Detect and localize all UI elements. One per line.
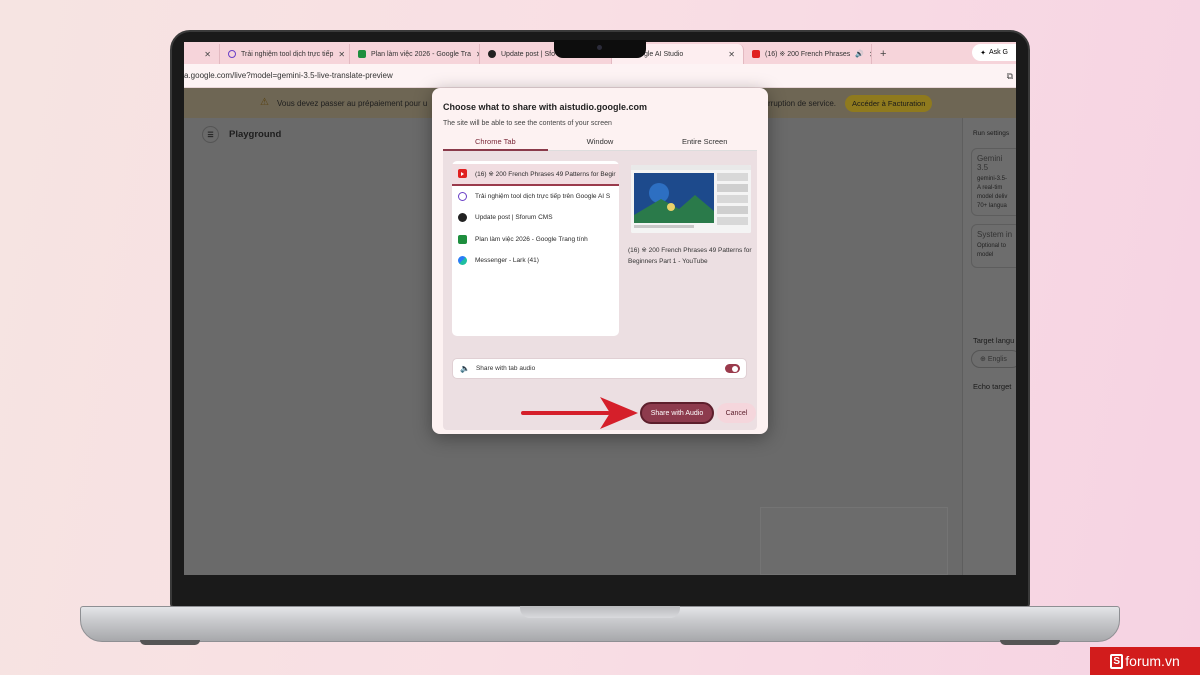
close-icon[interactable]: ✕	[728, 50, 735, 59]
list-item[interactable]: Messenger - Lark (41)	[452, 250, 619, 272]
tab-window[interactable]: Window	[547, 135, 653, 151]
sforum-logo-icon: S	[1110, 653, 1124, 669]
url-text: a.google.com/live?model=gemini-3.5-live-…	[184, 71, 393, 80]
page-title: Playground	[229, 129, 282, 140]
cancel-button[interactable]: Cancel	[717, 403, 756, 423]
target-language-select[interactable]: ⊕ Englis	[971, 350, 1016, 368]
preview-caption: (16) ※ 200 French Phrases 49 Patterns fo…	[628, 247, 752, 265]
dialog-body: (16) ※ 200 French Phrases 49 Patterns fo…	[443, 151, 757, 430]
laptop-foot-left	[140, 640, 200, 645]
playground-header: ☰ Playground	[202, 126, 281, 143]
watermark-text: forum.vn	[1125, 653, 1180, 669]
laptop-opening-lip	[520, 606, 680, 618]
browser-tab-trai-nghiem[interactable]: Trải nghiệm tool dịch trực tiếp ✕	[220, 44, 350, 64]
model-card[interactable]: Gemini 3.5 gemini-3.5- A real-tim model …	[971, 148, 1016, 216]
menu-icon[interactable]: ☰	[202, 126, 219, 143]
tab-preview-thumbnail	[631, 165, 751, 233]
lark-icon	[458, 256, 467, 266]
sheets-icon	[358, 50, 366, 58]
youtube-icon	[458, 169, 467, 179]
laptop-foot-right	[1000, 640, 1060, 645]
list-item[interactable]: (16) ※ 200 French Phrases 49 Patterns fo…	[452, 164, 619, 186]
dialog-title: Choose what to share with aistudio.googl…	[443, 102, 648, 112]
share-tab-audio-row[interactable]: 🔈 Share with tab audio	[452, 358, 747, 379]
youtube-icon	[752, 50, 760, 58]
close-icon[interactable]: ✕	[204, 50, 211, 59]
sforum-watermark: S forum.vn	[1090, 647, 1200, 675]
address-bar[interactable]: a.google.com/live?model=gemini-3.5-live-…	[184, 64, 1016, 88]
run-settings-panel: Run settings Gemini 3.5 gemini-3.5- A re…	[962, 118, 1016, 575]
laptop-screen: ✕ Trải nghiệm tool dịch trực tiếp ✕ Plan…	[184, 42, 1016, 575]
github-icon	[458, 213, 467, 223]
run-settings-title: Run settings	[973, 130, 1010, 137]
share-with-audio-button[interactable]: Share with Audio	[640, 402, 714, 424]
camera-notch	[554, 40, 646, 58]
speaker-icon[interactable]: 🔊	[855, 50, 864, 58]
tab-entire-screen[interactable]: Entire Screen	[652, 135, 758, 151]
audio-toggle[interactable]	[725, 364, 740, 373]
warning-text: Vous devez passer au prépaiement pour u	[277, 99, 428, 108]
at-icon	[228, 50, 236, 58]
share-screen-dialog: Choose what to share with aistudio.googl…	[432, 88, 768, 434]
list-item[interactable]: Plan làm việc 2026 - Google Trang tính	[452, 229, 619, 251]
annotation-arrow-icon	[521, 397, 638, 429]
browser-tab-partial[interactable]: ✕	[184, 44, 220, 64]
tab-label: (16) ※ 200 French Phrases	[765, 51, 851, 58]
at-icon	[458, 191, 467, 201]
billing-button[interactable]: Accéder à Facturation	[845, 95, 933, 112]
close-icon[interactable]: ✕	[338, 50, 345, 59]
target-language-label: Target langu	[973, 336, 1015, 345]
dialog-subtitle: The site will be able to see the content…	[443, 120, 612, 127]
share-source-tabs: Chrome Tab Window Entire Screen	[443, 135, 758, 151]
tab-label: Update post | Sfo	[501, 50, 555, 58]
preview-image	[631, 165, 751, 233]
sparkle-icon: ✦	[980, 49, 986, 57]
list-item[interactable]: Update post | Sforum CMS	[452, 207, 619, 229]
sheets-icon	[458, 234, 467, 244]
chrome-tab-list: (16) ※ 200 French Phrases 49 Patterns fo…	[452, 161, 619, 336]
list-item[interactable]: Trải nghiệm tool dịch trực tiếp trên Goo…	[452, 186, 619, 208]
system-instructions-card[interactable]: System in Optional to model	[971, 224, 1016, 268]
speaker-icon: 🔈	[460, 364, 470, 373]
github-icon	[488, 50, 496, 58]
warning-text-right: rruption de service.	[768, 99, 837, 108]
audio-label: Share with tab audio	[475, 365, 536, 372]
cast-icon[interactable]: ⧉	[1007, 71, 1013, 82]
video-panel	[760, 507, 948, 575]
tab-label: Plan làm việc 2026 - Google Tra	[371, 50, 471, 58]
ask-gemini-button[interactable]: ✦ Ask G	[972, 44, 1016, 61]
tab-chrome-tab[interactable]: Chrome Tab	[443, 135, 548, 151]
tab-label: Trải nghiệm tool dịch trực tiếp	[241, 50, 334, 58]
browser-tab-youtube[interactable]: (16) ※ 200 French Phrases 🔊 ✕	[744, 44, 872, 64]
browser-tab-plan[interactable]: Plan làm việc 2026 - Google Tra ✕	[350, 44, 480, 64]
new-tab-button[interactable]: +	[872, 44, 894, 64]
warning-icon: ⚠	[260, 97, 269, 108]
globe-icon: ⊕	[980, 356, 988, 363]
echo-target-label: Echo target	[973, 382, 1012, 391]
